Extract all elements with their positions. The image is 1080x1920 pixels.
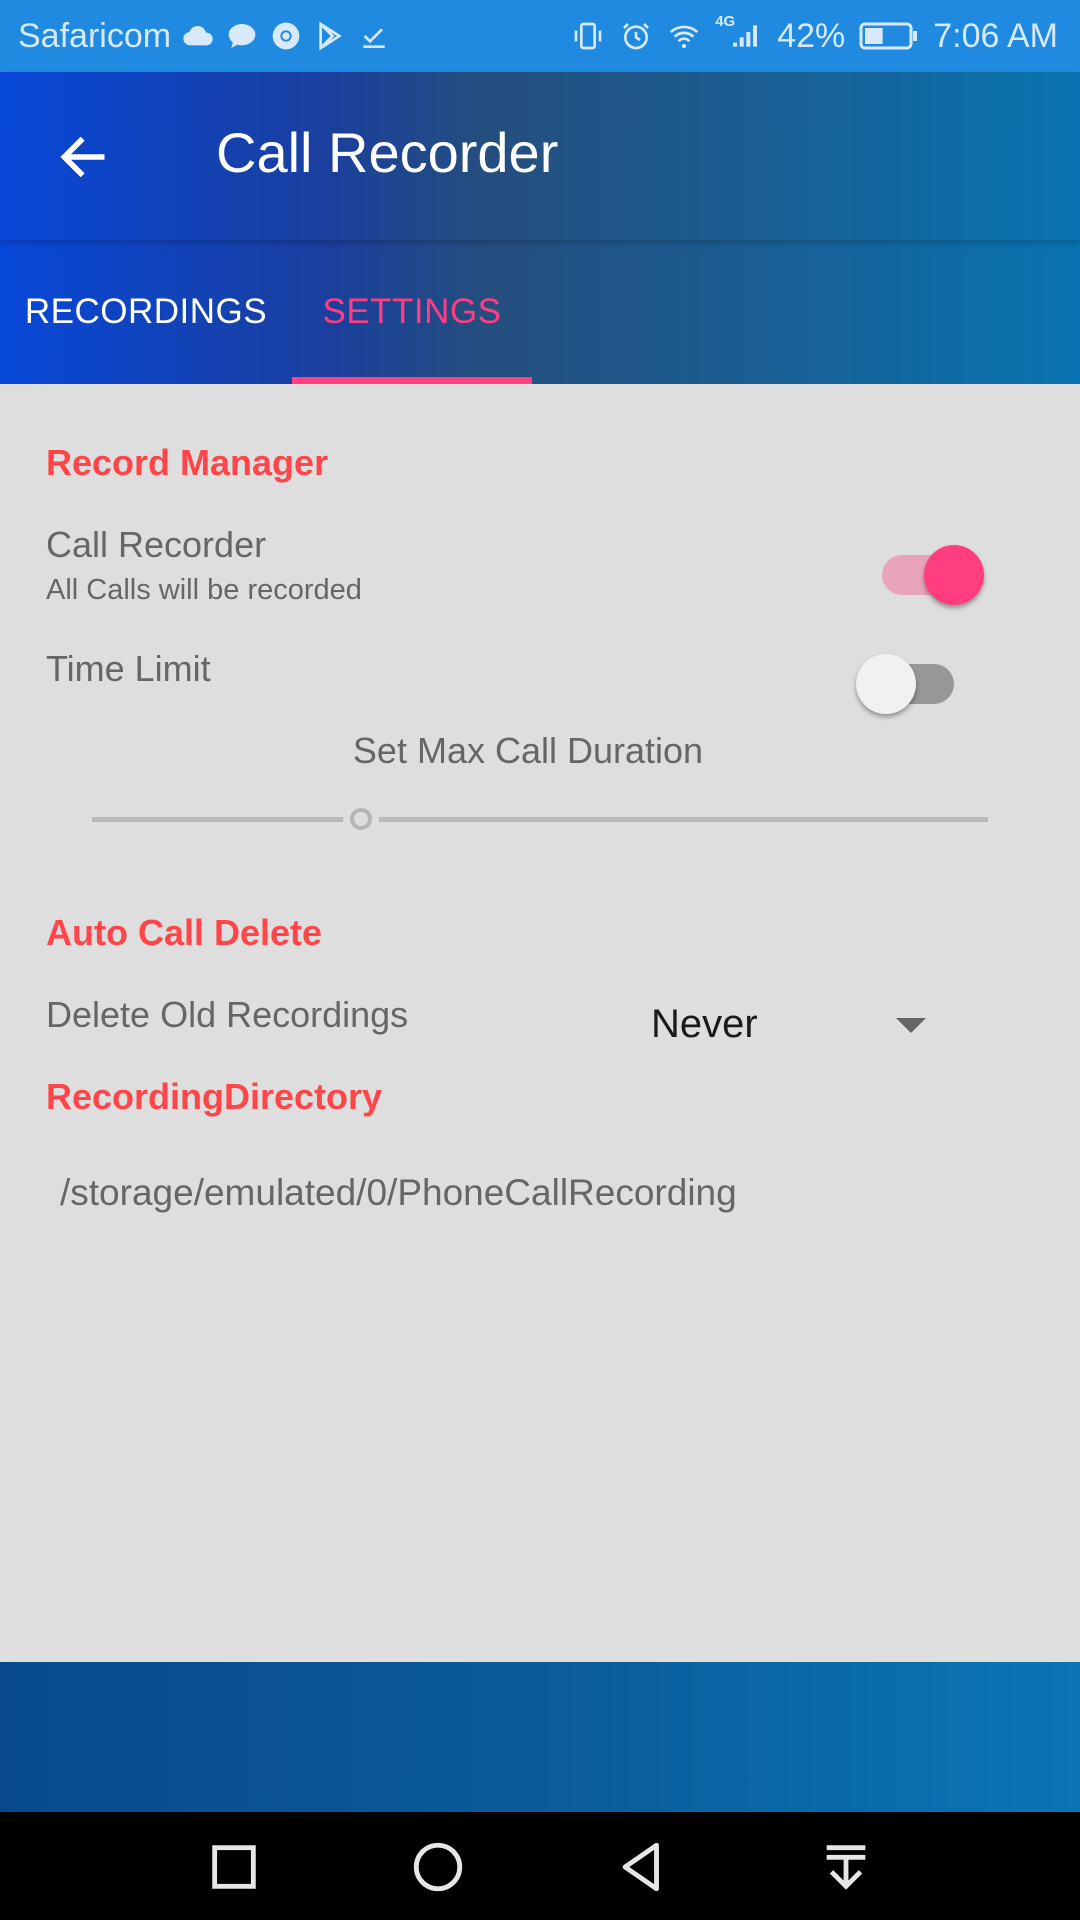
clock: 7:06 AM bbox=[933, 16, 1058, 55]
call-recorder-summary: All Calls will be recorded bbox=[46, 574, 362, 606]
call-recorder-label: Call Recorder bbox=[46, 524, 267, 565]
network-label: 4G bbox=[715, 13, 736, 30]
section-auto-call-delete: Auto Call Delete bbox=[46, 912, 323, 953]
chrome-icon bbox=[269, 19, 303, 53]
play-store-icon bbox=[313, 19, 347, 53]
delete-old-label: Delete Old Recordings bbox=[46, 994, 409, 1035]
status-right: 4G 42% 7:06 AM bbox=[571, 13, 1058, 56]
home-circle-icon[interactable] bbox=[398, 1832, 478, 1902]
tab-recordings[interactable]: RECORDINGS bbox=[0, 240, 292, 384]
delete-old-dropdown[interactable]: Never bbox=[640, 990, 940, 1060]
settings-panel: Record Manager Call Recorder All Calls w… bbox=[0, 384, 1080, 1662]
vibrate-icon bbox=[571, 19, 605, 53]
dropdown-arrow-icon bbox=[896, 1018, 926, 1033]
navigation-bar bbox=[0, 1812, 1080, 1920]
slider-knob[interactable] bbox=[349, 808, 372, 830]
status-left: Safaricom bbox=[18, 17, 391, 56]
switch-thumb bbox=[924, 545, 984, 605]
tab-indicator bbox=[292, 377, 532, 384]
toolbar: Call Recorder bbox=[0, 72, 1080, 240]
bottom-banner-area bbox=[0, 1662, 1080, 1812]
notification-pull-icon[interactable] bbox=[806, 1832, 886, 1902]
dropdown-selected-value: Never bbox=[651, 1002, 758, 1046]
time-limit-label: Time Limit bbox=[46, 648, 211, 689]
wifi-icon bbox=[667, 19, 701, 53]
cloud-icon bbox=[181, 19, 215, 53]
app-bar: Call Recorder RECORDINGS SETTINGS bbox=[0, 72, 1080, 384]
tab-bar: RECORDINGS SETTINGS bbox=[0, 240, 1080, 384]
directory-path[interactable]: /storage/emulated/0/PhoneCallRecording bbox=[60, 1172, 737, 1214]
section-recording-directory: RecordingDirectory bbox=[46, 1076, 383, 1117]
page-title: Call Recorder bbox=[216, 121, 559, 184]
download-done-icon bbox=[357, 19, 391, 53]
call-recorder-switch[interactable] bbox=[872, 537, 984, 607]
battery-percent: 42% bbox=[777, 16, 846, 55]
battery-icon bbox=[859, 19, 919, 53]
max-duration-label: Set Max Call Duration bbox=[352, 730, 704, 771]
back-button[interactable] bbox=[38, 112, 128, 202]
signal-4g-icon: 4G bbox=[715, 13, 763, 53]
back-triangle-icon[interactable] bbox=[602, 1832, 682, 1902]
tab-settings[interactable]: SETTINGS bbox=[292, 240, 532, 384]
time-limit-switch[interactable] bbox=[856, 646, 966, 716]
switch-thumb bbox=[856, 654, 916, 714]
carrier-name: Safaricom bbox=[18, 16, 172, 55]
slider-rail bbox=[92, 817, 988, 822]
section-record-manager: Record Manager bbox=[46, 442, 329, 483]
app-screen: Safaricom 4G 42% 7:06 AM Call Recorder R… bbox=[0, 0, 1080, 1920]
alarm-icon bbox=[619, 19, 653, 53]
arrow-back-icon bbox=[60, 136, 105, 178]
status-bar: Safaricom 4G 42% 7:06 AM bbox=[0, 0, 1080, 72]
recents-square-icon[interactable] bbox=[194, 1832, 274, 1902]
max-duration-slider[interactable] bbox=[92, 799, 988, 839]
chat-bubble-icon bbox=[225, 19, 259, 53]
